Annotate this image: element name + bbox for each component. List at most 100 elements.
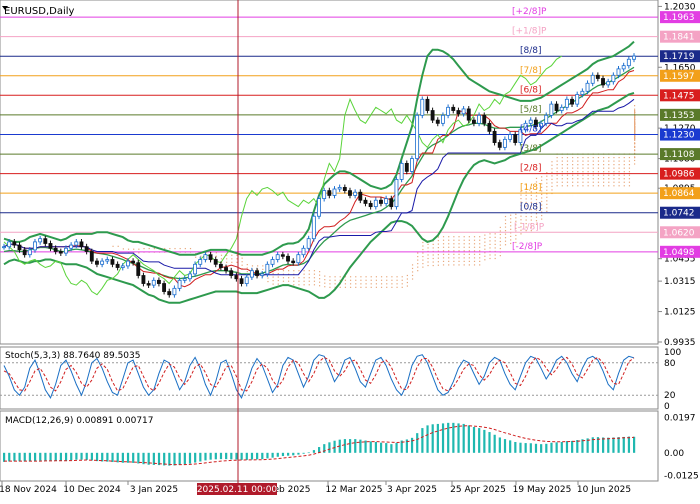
crosshair-date-label: 2025.02.11 00:00 xyxy=(197,485,278,495)
cloud-dot xyxy=(122,248,124,250)
cloud-dot xyxy=(298,277,300,279)
cloud-dot xyxy=(484,248,486,250)
cloud-dot xyxy=(437,257,439,259)
cloud-dot xyxy=(577,160,579,162)
macd-bar xyxy=(555,442,558,453)
cloud-dot xyxy=(432,261,434,263)
cloud-dot xyxy=(587,174,589,176)
cloud-dot xyxy=(442,246,445,248)
cloud-dot xyxy=(277,280,279,282)
cloud-dot xyxy=(184,247,186,250)
candle-body xyxy=(601,78,605,86)
cloud-dot xyxy=(510,239,512,241)
cloud-dot xyxy=(375,276,378,278)
candle-body xyxy=(332,188,337,196)
cloud-dot xyxy=(608,174,610,176)
macd-bar xyxy=(64,452,68,461)
murrey-level-label: [-1/8]P xyxy=(514,222,545,232)
cloud-dot xyxy=(504,226,507,228)
cloud-dot xyxy=(463,236,465,238)
cloud-dot xyxy=(628,167,631,169)
macd-bar xyxy=(75,452,78,460)
cloud-dot xyxy=(138,252,140,254)
cloud-dot xyxy=(628,181,631,183)
cloud-dot xyxy=(484,238,486,240)
cloud-dot xyxy=(406,274,408,277)
cloud-dot xyxy=(479,260,481,262)
candle-body xyxy=(471,119,476,124)
candle-body xyxy=(110,259,115,265)
cloud-dot xyxy=(623,156,625,159)
candle-body xyxy=(260,273,265,276)
cloud-dot xyxy=(618,185,620,187)
macd-bar xyxy=(416,433,419,453)
cloud-dot xyxy=(473,250,476,252)
macd-bar xyxy=(354,439,357,453)
cloud-dot xyxy=(468,257,470,259)
candle-body xyxy=(353,191,358,196)
macd-bar xyxy=(178,452,181,465)
cloud-dot xyxy=(592,171,594,173)
macd-bar xyxy=(90,452,93,461)
cloud-dot xyxy=(303,277,305,279)
candle-body xyxy=(611,74,616,83)
cloud-dot xyxy=(634,122,636,124)
cloud-dot xyxy=(303,284,305,286)
cloud-dot xyxy=(422,259,424,261)
date-tick-label: 10 Jun 2025 xyxy=(577,485,631,495)
cloud-dot xyxy=(494,243,496,246)
candle-body xyxy=(461,108,466,115)
cloud-dot xyxy=(349,279,352,281)
murrey-price-tag-text: 1.1353 xyxy=(663,111,695,121)
macd-bar xyxy=(214,452,217,460)
cloud-dot xyxy=(489,243,491,246)
macd-bar xyxy=(54,452,57,461)
cloud-dot xyxy=(282,277,285,279)
cloud-dot xyxy=(587,171,589,173)
cloud-dot xyxy=(566,164,569,166)
cloud-dot xyxy=(546,200,548,202)
cloud-dot xyxy=(479,253,481,255)
macd-bar xyxy=(519,442,522,453)
cloud-dot xyxy=(634,108,636,110)
candle-body xyxy=(311,215,316,240)
cloud-dot xyxy=(561,181,563,183)
cloud-dot xyxy=(541,179,543,181)
cloud-dot xyxy=(577,185,579,187)
cloud-dot xyxy=(463,243,465,245)
macd-pane[interactable]: MACD(12,26,9) 0.00891 0.00717 0.0197 0.00… xyxy=(0,410,699,482)
cloud-dot xyxy=(396,276,398,278)
stochastic-pane[interactable]: Stoch(5,3,3) 88.7640 89.5035 10080 200 xyxy=(0,346,681,412)
cloud-dot xyxy=(453,246,455,248)
cloud-dot xyxy=(442,253,445,255)
price-pane[interactable]: [+2/8]P [+1/8]P [8/8] [7/8] [6/8] [5/8] [4/8] [… xyxy=(0,0,659,345)
candle-body xyxy=(317,198,321,217)
candle-body xyxy=(404,162,409,172)
cloud-dot xyxy=(334,276,336,278)
cloud-dot xyxy=(572,171,574,173)
cloud-dot xyxy=(603,171,605,173)
cloud-dot xyxy=(510,214,512,216)
cloud-dot xyxy=(592,174,594,176)
cloud-dot xyxy=(169,247,171,250)
candle-body xyxy=(451,106,456,111)
candle-body xyxy=(306,238,311,249)
cloud-dot xyxy=(556,156,558,159)
cloud-dot xyxy=(566,174,569,176)
macd-bar xyxy=(498,437,501,453)
macd-bar xyxy=(80,452,83,460)
cloud-dot xyxy=(339,286,341,288)
cloud-dot xyxy=(530,215,532,218)
cloud-dot xyxy=(587,164,589,166)
macd-bar xyxy=(509,440,512,453)
cloud-dot xyxy=(406,278,408,280)
cloud-dot xyxy=(220,258,223,260)
cloud-dot xyxy=(613,185,615,187)
cloud-dot xyxy=(484,234,486,236)
cloud-dot xyxy=(437,264,439,266)
cloud-dot xyxy=(566,178,569,180)
cloud-dot xyxy=(386,283,388,285)
candle-body xyxy=(275,254,280,260)
cloud-dot xyxy=(556,171,558,173)
cloud-dot xyxy=(479,243,481,245)
